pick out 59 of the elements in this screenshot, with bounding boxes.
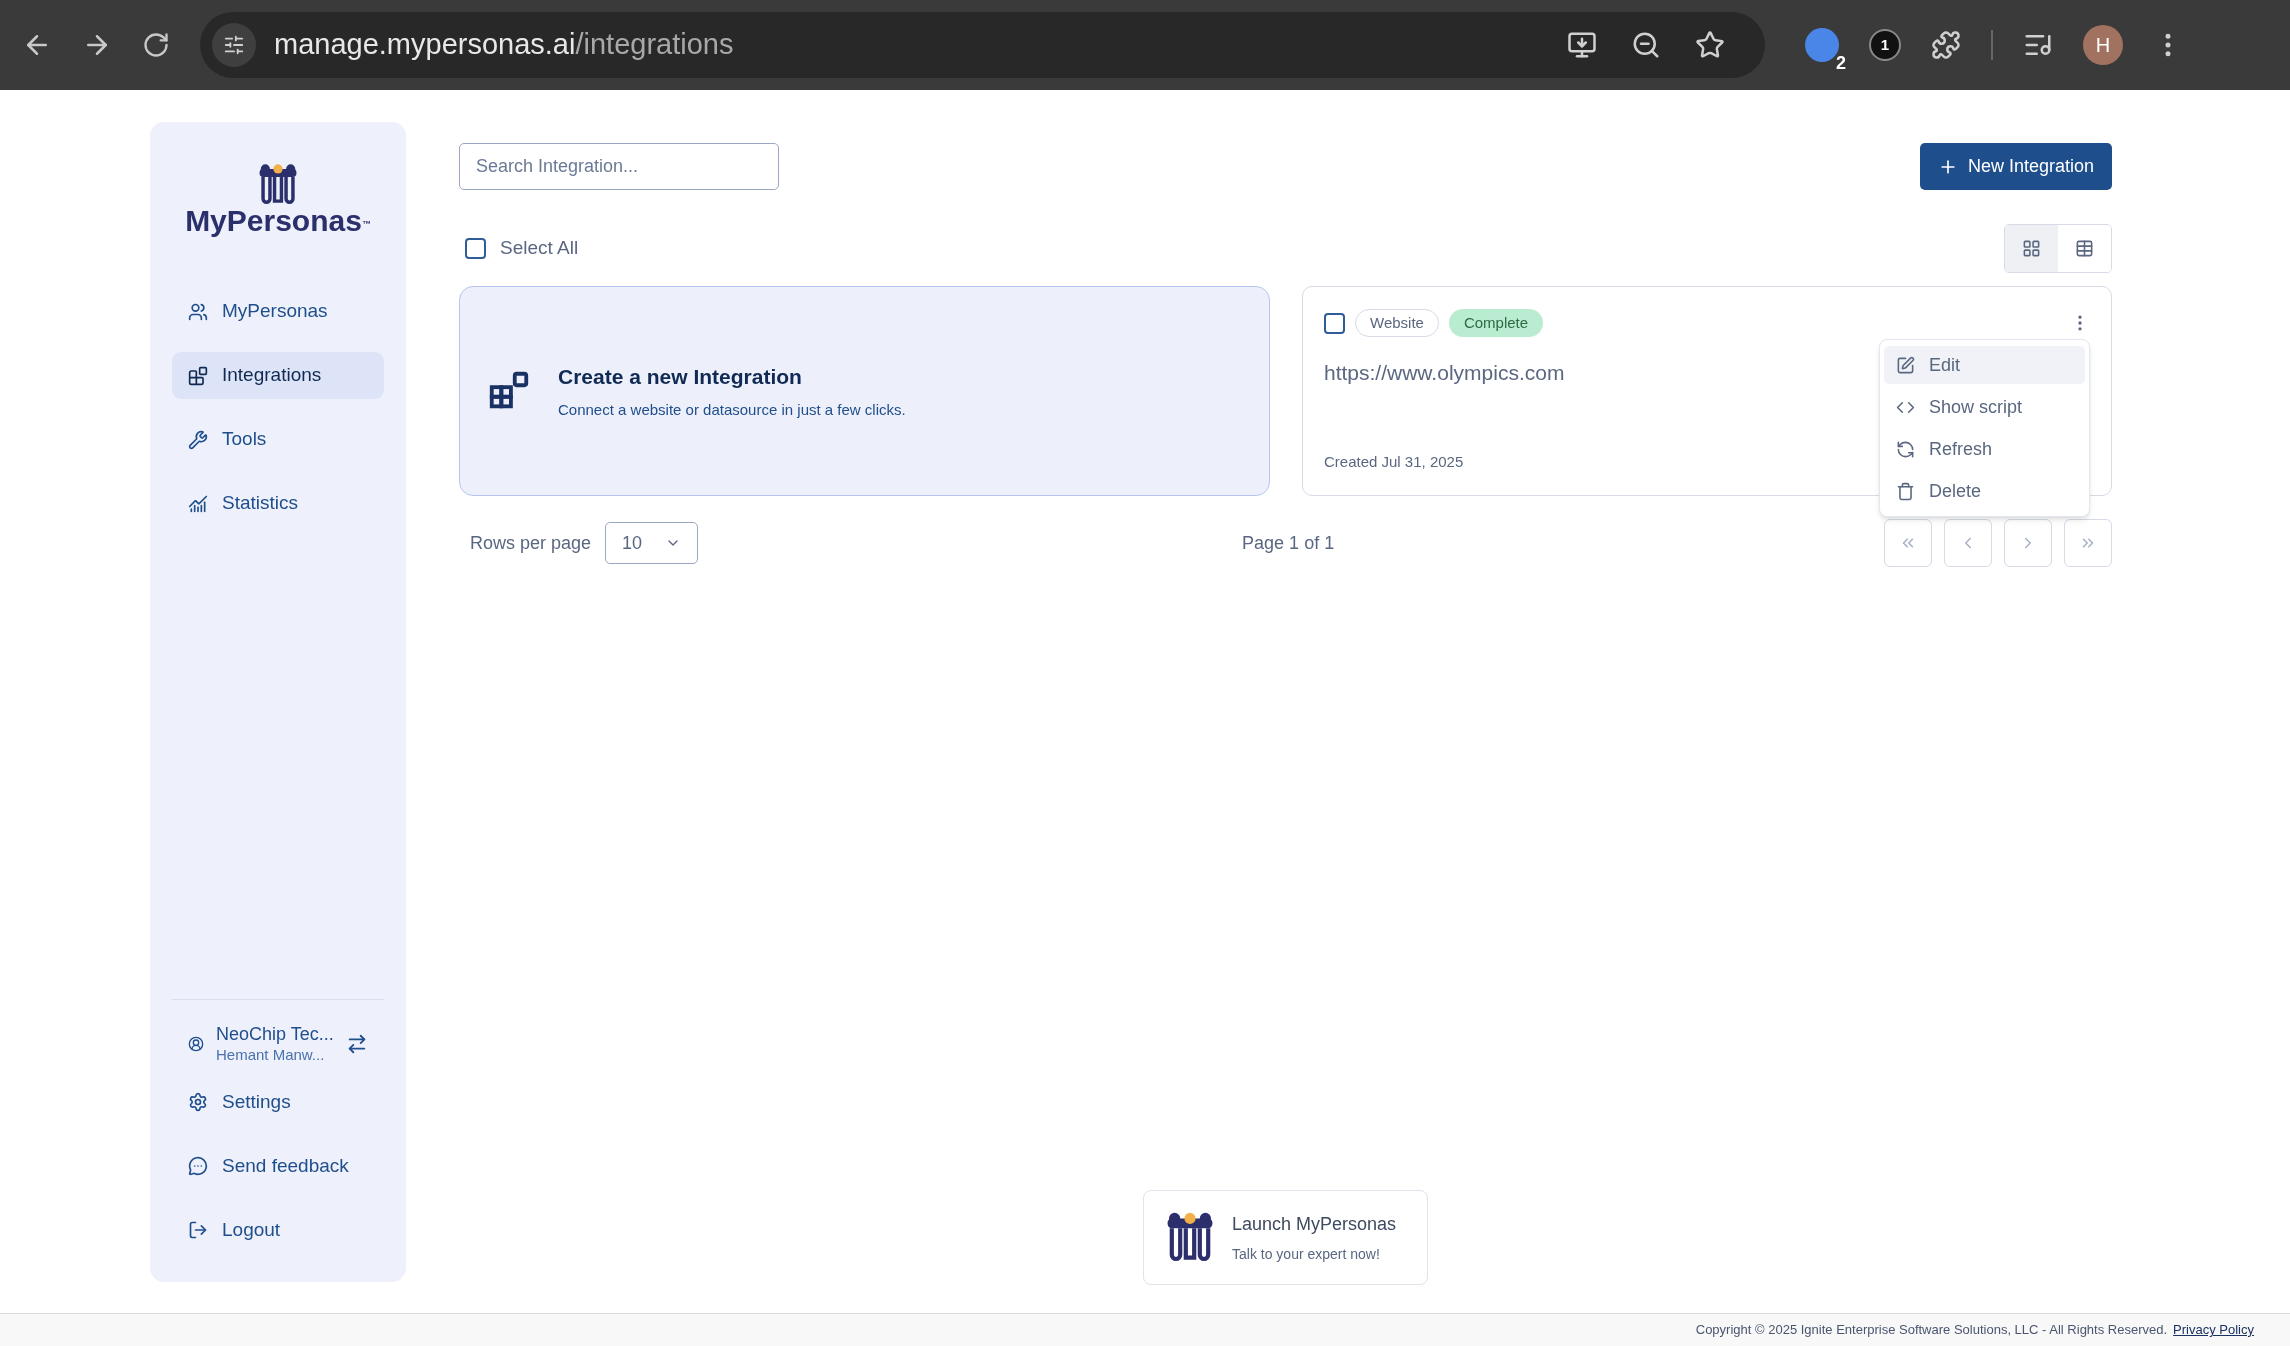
sidebar-link[interactable]: Send feedback: [172, 1134, 384, 1198]
menu-item[interactable]: Refresh: [1884, 430, 2085, 468]
zoom-out-icon[interactable]: [1631, 30, 1661, 60]
extension-counter[interactable]: 1: [1869, 29, 1901, 61]
launch-subtitle: Talk to your expert now!: [1232, 1244, 1381, 1264]
tune-icon: [223, 34, 245, 56]
user-name: Hemant Manw...: [216, 1045, 326, 1065]
select-all-checkbox[interactable]: [465, 238, 486, 259]
logo-text: MyPersonas$^{™}$: [185, 206, 371, 236]
menu-item[interactable]: Edit: [1884, 346, 2085, 384]
menu-item[interactable]: Show script: [1884, 388, 2085, 426]
nav-item[interactable]: Tools: [172, 416, 384, 463]
integration-url: https://www.olympics.com: [1324, 360, 1565, 386]
launch-title: Launch MyPersonas: [1232, 1212, 1397, 1236]
user-icon: [188, 1036, 204, 1052]
settings-icon: [188, 1092, 208, 1112]
created-date: Created Jul 31, 2025: [1324, 451, 1464, 472]
rows-per-page-select[interactable]: 10: [605, 522, 699, 564]
trash-icon: [1896, 481, 1915, 501]
create-card-subtitle: Connect a website or datasource in just a few clicks.: [558, 399, 906, 420]
extension-badge: 2: [1833, 54, 1849, 72]
switch-icon[interactable]: [346, 1033, 368, 1055]
nav-item[interactable]: Statistics: [172, 480, 384, 527]
create-card-title: Create a new Integration: [558, 364, 803, 390]
bookmark-star-icon[interactable]: [1695, 30, 1725, 60]
create-integration-card[interactable]: Create a new Integration Connect a website or datasource in just a few clicks.: [459, 286, 1270, 496]
site-info-button[interactable]: [212, 23, 256, 67]
organization-name: NeoChip Tec...: [216, 1023, 334, 1046]
edit-icon: [1896, 355, 1915, 375]
refresh-icon: [1896, 439, 1915, 459]
nav-item[interactable]: Integrations: [172, 352, 384, 399]
nav-item[interactable]: MyPersonas: [172, 288, 384, 335]
status-badge: Complete: [1448, 309, 1544, 337]
grid-view-toggle[interactable]: [2005, 225, 2058, 272]
copyright-text: Copyright © 2025 Ignite Enterprise Software Solutions, LLC - All Rights Reserved.: [1695, 1321, 2168, 1340]
extensions-icon[interactable]: [1931, 30, 1961, 60]
install-icon[interactable]: [1567, 30, 1597, 60]
sidebar-link[interactable]: Logout: [172, 1198, 384, 1262]
integration-checkbox[interactable]: [1324, 312, 1345, 334]
reload-icon[interactable]: [142, 31, 170, 59]
users-icon: [188, 301, 208, 322]
address-bar[interactable]: manage.mypersonas.ai/integrations: [200, 12, 1765, 78]
wrench-icon: [188, 429, 208, 450]
search-field[interactable]: Search Integration...: [459, 143, 779, 190]
logout-icon: [188, 1220, 208, 1240]
sidebar-link[interactable]: Settings: [172, 1070, 384, 1134]
grid-icon: [2022, 239, 2041, 258]
table-icon: [2075, 239, 2094, 258]
chat-bubble-icon: [188, 1156, 208, 1176]
blocks-icon: [188, 365, 208, 386]
chart-icon: [188, 493, 208, 514]
url-text: manage.mypersonas.ai/integrations: [274, 27, 734, 63]
new-integration-button[interactable]: New Integration: [1919, 143, 2112, 190]
rows-per-page-label: Rows per page: [470, 531, 592, 555]
launch-card[interactable]: Launch MyPersonas Talk to your expert now!: [1143, 1190, 1428, 1285]
privacy-policy-link[interactable]: Privacy Policy: [2173, 1320, 2254, 1340]
profile-avatar[interactable]: H: [2083, 25, 2123, 65]
select-all-label: Select All: [500, 236, 579, 261]
page-indicator: Page 1 of 1: [1242, 531, 1335, 555]
